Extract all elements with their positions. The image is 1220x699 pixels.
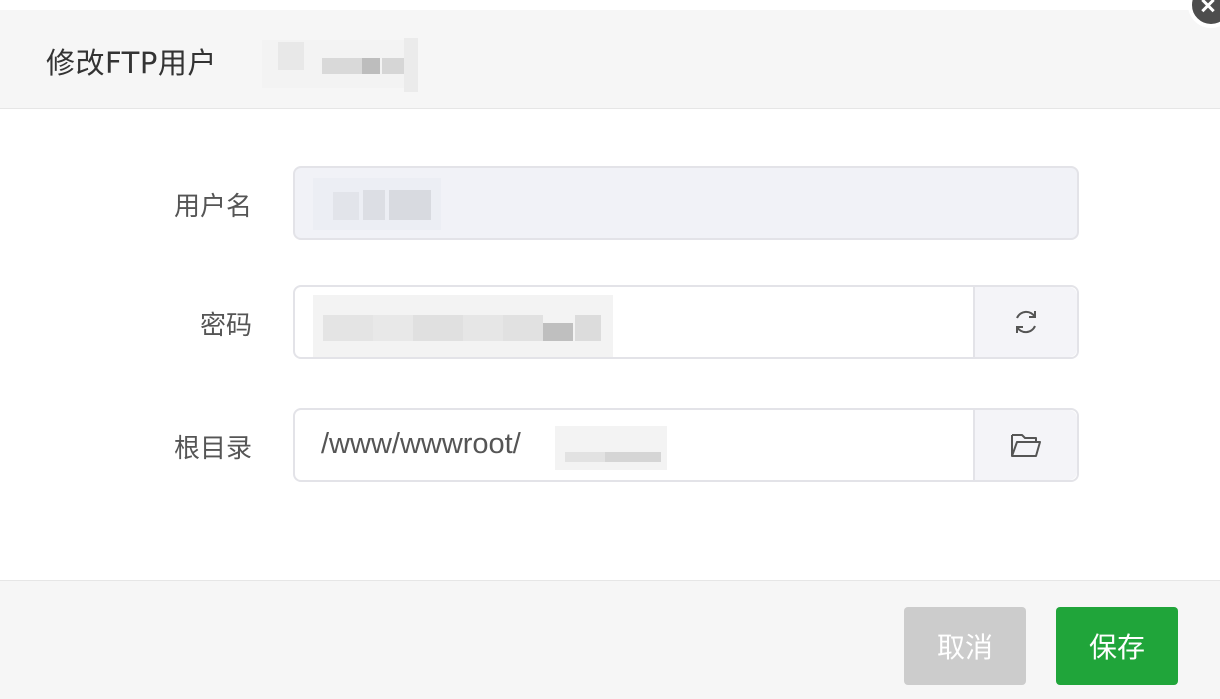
redacted-username	[313, 178, 443, 230]
refresh-password-button[interactable]	[973, 287, 1077, 357]
folder-icon	[1011, 434, 1041, 457]
root-dir-field[interactable]: /www/wwwroot/	[293, 408, 1079, 482]
redacted-title-suffix	[262, 32, 420, 94]
username-label: 用户名	[173, 192, 252, 222]
username-row: 用户名	[0, 166, 1220, 244]
root-dir-label: 根目录	[173, 434, 252, 464]
browse-folder-button[interactable]	[973, 410, 1077, 480]
edit-ftp-user-dialog: 修改FTP用户 用户名 密码 根目录 /www/wwwroot/ 取消 保存	[0, 0, 1220, 699]
refresh-icon	[1016, 310, 1036, 334]
cancel-button[interactable]: 取消	[904, 607, 1026, 685]
password-row: 密码	[0, 285, 1220, 363]
dialog-header: 修改FTP用户	[0, 10, 1220, 109]
redacted-dir-suffix	[555, 426, 669, 470]
save-button[interactable]: 保存	[1056, 607, 1178, 685]
redacted-password	[313, 295, 615, 357]
password-field[interactable]	[293, 285, 1079, 359]
root-dir-value: /www/wwwroot/	[321, 428, 521, 460]
username-field[interactable]	[293, 166, 1079, 240]
password-label: 密码	[199, 311, 252, 341]
dialog-title: 修改FTP用户	[46, 46, 217, 80]
root-dir-row: 根目录 /www/wwwroot/	[0, 408, 1220, 486]
dialog-footer: 取消 保存	[0, 580, 1220, 699]
